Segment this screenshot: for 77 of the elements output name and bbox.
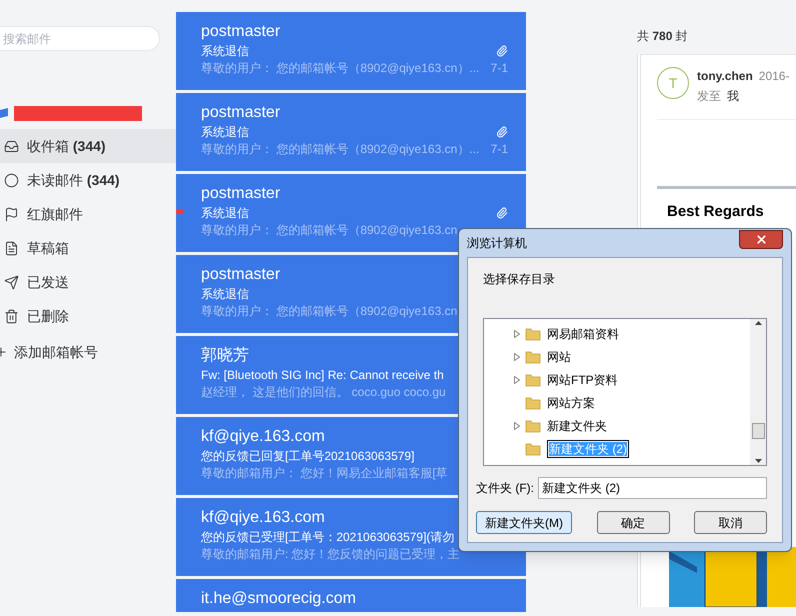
folder-icon xyxy=(525,372,541,386)
folder-item[interactable]: 红旗邮件 xyxy=(0,197,176,231)
sender-name: tony.chen xyxy=(697,68,753,85)
trash-icon xyxy=(4,308,19,324)
dialog-button[interactable]: 确定 xyxy=(596,511,670,534)
mail-sender: postmaster xyxy=(201,184,280,204)
mail-icon xyxy=(0,108,8,118)
mail-preview: 尊敬的邮箱用户： 您好！网易企业邮箱客服[草 xyxy=(201,465,448,481)
dialog-title: 浏览计算机 xyxy=(467,235,527,252)
mail-subject: 您的反馈已受理[工单号：2021063063579](请勿 xyxy=(201,529,454,545)
folder-label: 收件箱 (344) xyxy=(27,136,106,156)
inbox-icon xyxy=(4,138,19,154)
folder-icon xyxy=(525,396,541,410)
folder-icon xyxy=(525,326,541,340)
dialog-button[interactable]: 取消 xyxy=(694,511,767,534)
mail-count: 共 780 封 xyxy=(637,28,689,45)
mail-item[interactable]: postmaster 系统退信 尊敬的用户： 您的邮箱帐号（8902@qiye163.cn）... 7-1 xyxy=(176,93,526,171)
tree-label: 网站 xyxy=(547,348,571,366)
mail-sender: kf@qiye.163.com xyxy=(201,427,325,447)
mail-subject: 您的反馈已回复[工单号2021063063579] xyxy=(201,448,414,464)
folder-item[interactable]: 已删除 xyxy=(0,299,176,333)
folder-icon xyxy=(525,418,541,432)
close-icon xyxy=(754,232,768,246)
tree-label: 网易邮箱资料 xyxy=(547,326,619,342)
mail-item[interactable]: it.he@smoorecig.com xyxy=(176,579,526,612)
document-icon xyxy=(4,240,19,256)
mail-item[interactable]: postmaster 系统退信 尊敬的用户： 您的邮箱帐号（8902@qiye163.cn）... 7-1 xyxy=(176,12,526,90)
mail-subject: 系统退信 xyxy=(201,286,249,302)
mail-sender: postmaster xyxy=(201,22,280,42)
scroll-up-icon xyxy=(754,321,762,325)
circle-icon xyxy=(4,172,19,188)
mail-subject: 系统退信 xyxy=(201,43,249,59)
folder-item[interactable]: 已发送 xyxy=(0,265,176,299)
mail-sender: postmaster xyxy=(201,265,280,285)
mail-preview: 尊敬的用户： 您的邮箱帐号（8902@qiye163.cn）... xyxy=(201,60,480,76)
mail-subject: 系统退信 xyxy=(201,124,249,140)
close-button[interactable] xyxy=(739,230,783,248)
flag-icon xyxy=(4,206,19,222)
mail-date: 7-1 xyxy=(490,60,508,76)
tree-label: 网站FTP资料 xyxy=(547,372,618,388)
mail-preview: 尊敬的用户： 您的邮箱帐号（8902@qiye163.cn）... xyxy=(201,141,480,157)
scrollbar[interactable] xyxy=(750,319,766,465)
mail-preview: 尊敬的邮箱用户: 您好！您反馈的问题已受理，主 xyxy=(201,546,460,562)
to-label: 发至 xyxy=(697,88,721,105)
folder-icon xyxy=(525,350,541,364)
mail-sender: it.he@smoorecig.com xyxy=(201,589,356,609)
recipient: 我 xyxy=(727,88,739,105)
mail-subject: 系统退信 xyxy=(201,205,249,221)
add-account-link[interactable]: 添加邮箱帐号 xyxy=(0,333,176,371)
folder-label: 草稿箱 xyxy=(27,238,69,258)
mail-sender: postmaster xyxy=(201,103,280,123)
folder-item[interactable]: 未读邮件 (344) xyxy=(0,163,176,197)
mail-preview: 尊敬的用户： 您的邮箱帐号（8902@qiye163.cn xyxy=(201,222,458,238)
mail-preview: 尊敬的用户： 您的邮箱帐号（8902@qiye163.cn xyxy=(201,303,458,319)
folder-label: 已发送 xyxy=(27,272,69,292)
mail-subject: Fw: [Bluetooth SIG Inc] Re: Cannot receive th xyxy=(201,367,444,383)
avatar: T xyxy=(657,67,689,99)
folder-name-field[interactable]: 新建文件夹 (2) xyxy=(538,477,767,499)
scroll-down-icon xyxy=(754,459,762,463)
mail-preview: 赵经理， 这是他们的回信。 coco.guo coco.gu xyxy=(201,384,446,400)
folder-item[interactable]: 草稿箱 xyxy=(0,231,176,265)
scroll-thumb[interactable] xyxy=(752,423,764,439)
tree-label: 网站方案 xyxy=(547,394,595,412)
folder-icon xyxy=(525,442,541,456)
mail-sender: kf@qiye.163.com xyxy=(201,508,325,528)
mail-date: 7-1 xyxy=(490,141,508,157)
dialog-button[interactable]: 新建文件夹(M) xyxy=(476,511,572,534)
folder-label: 已删除 xyxy=(27,306,69,326)
mail-sender: 郭晓芳 xyxy=(201,346,249,366)
mail-date: 2016- xyxy=(758,68,790,85)
folder-label: 未读邮件 (344) xyxy=(27,170,120,190)
send-icon xyxy=(4,274,19,290)
search-field[interactable]: 搜索邮件 xyxy=(0,26,160,51)
folder-label: 红旗邮件 xyxy=(27,204,83,224)
tree-label: 新建文件夹 xyxy=(547,418,607,434)
folder-item[interactable]: 收件箱 (344) xyxy=(0,129,176,163)
mail-body-text: Best Regards xyxy=(667,202,765,222)
